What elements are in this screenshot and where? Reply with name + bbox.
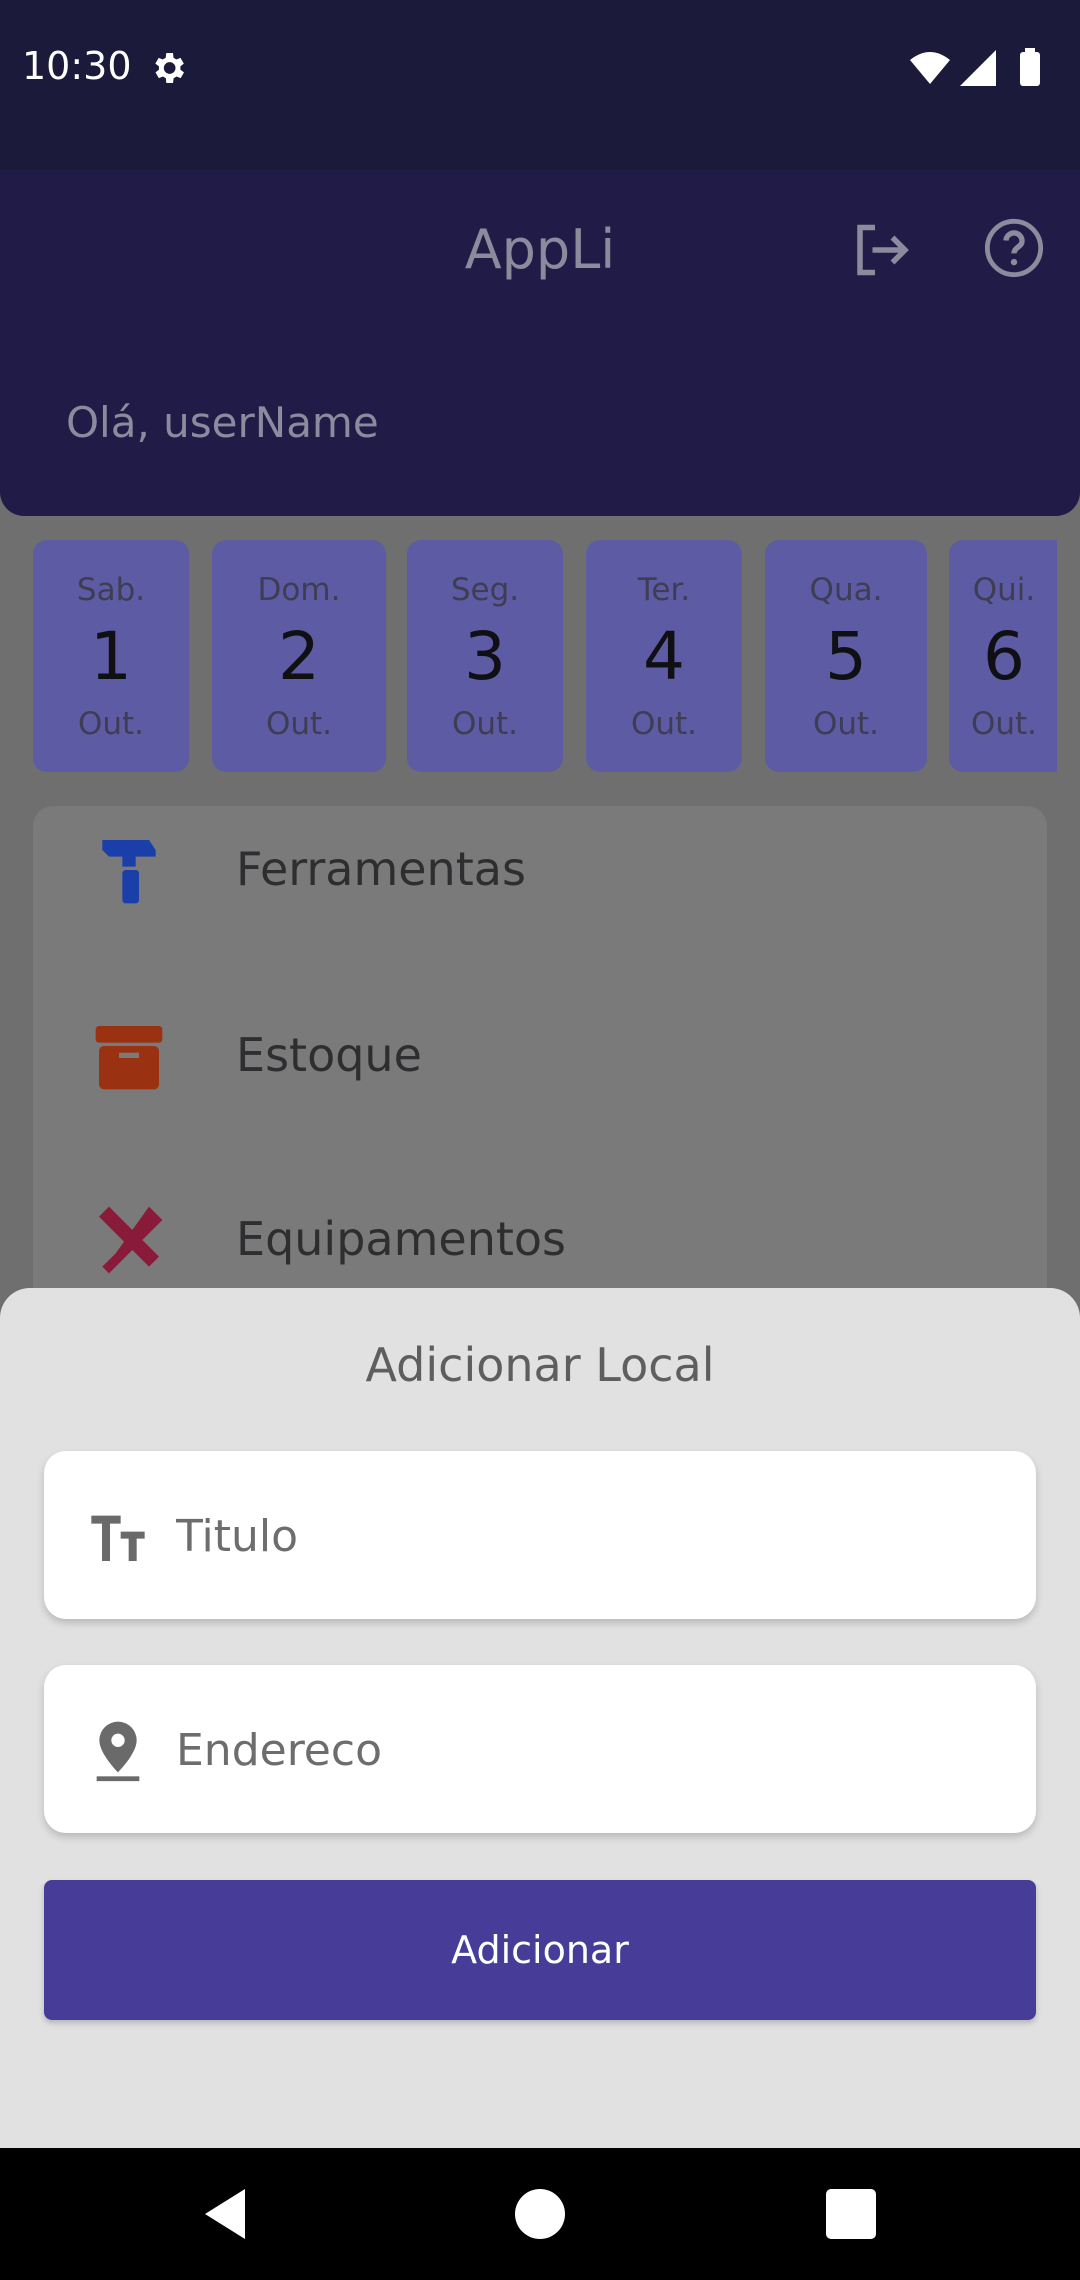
date-day: 3 [464,618,506,695]
date-card[interactable]: Sab. 1 Out. [33,540,189,772]
add-location-sheet: Adicionar Local Adicionar [0,1288,1080,2148]
address-field[interactable] [44,1665,1036,1835]
recents-icon[interactable] [821,2184,881,2244]
battery-icon [1020,52,1040,86]
status-bar: 10:30 [0,0,1080,170]
logout-icon[interactable] [850,220,910,280]
date-day: 5 [825,618,867,695]
wifi-icon [910,52,950,84]
menu-card: Ferramentas Estoque Equipamentos [33,806,1047,1366]
date-day: 4 [643,618,685,695]
menu-item-label: Estoque [236,1028,422,1082]
date-day: 1 [90,618,132,695]
menu-item-estoque[interactable]: Estoque [33,992,1047,1112]
date-weekday: Seg. [450,572,520,608]
title-input[interactable] [174,1451,998,1621]
add-button[interactable]: Adicionar [44,1880,1036,2020]
sheet-title: Adicionar Local [365,1338,715,1392]
date-card[interactable]: Qui. 6 Out. [949,540,1057,772]
app-title: AppLi [464,218,616,281]
date-month: Out. [265,706,333,742]
hammer-icon [102,840,156,904]
text-size-icon [91,1515,145,1561]
status-time: 10:30 [22,44,132,88]
title-field[interactable] [44,1451,1036,1621]
date-card[interactable]: Ter. 4 Out. [586,540,742,772]
menu-item-equipamentos[interactable]: Equipamentos [33,1176,1047,1296]
date-month: Out. [970,706,1038,742]
date-day: 6 [983,618,1025,695]
menu-item-label: Equipamentos [236,1212,566,1266]
cell-signal-icon [960,50,996,86]
location-pin-icon [96,1721,140,1782]
date-month: Out. [451,706,519,742]
date-weekday: Dom. [257,572,341,608]
help-icon[interactable] [982,216,1046,280]
home-icon[interactable] [510,2184,570,2244]
date-weekday: Sab. [76,572,146,608]
date-weekday: Qua. [809,572,883,608]
crossed-tools-icon [99,1206,163,1274]
date-day: 2 [278,618,320,695]
system-nav-bar [0,2148,1080,2280]
date-month: Out. [630,706,698,742]
date-weekday: Ter. [637,572,691,608]
date-month: Out. [812,706,880,742]
menu-item-ferramentas[interactable]: Ferramentas [33,806,1047,926]
date-card[interactable]: Dom. 2 Out. [212,540,386,772]
back-icon[interactable] [195,2184,255,2244]
status-icons [910,48,1040,86]
app-header: AppLi Olá, userName [0,170,1080,516]
address-input[interactable] [174,1665,998,1835]
menu-item-label: Ferramentas [236,842,526,896]
greeting-text: Olá, userName [66,398,379,447]
date-card[interactable]: Seg. 3 Out. [407,540,563,772]
settings-gear-icon [155,53,184,83]
date-month: Out. [77,706,145,742]
archive-box-icon [95,1026,163,1090]
date-weekday: Qui. [972,572,1036,608]
date-strip[interactable]: Sab. 1 Out. Dom. 2 Out. Seg. 3 Out. Ter.… [33,540,1057,772]
date-card[interactable]: Qua. 5 Out. [765,540,927,772]
